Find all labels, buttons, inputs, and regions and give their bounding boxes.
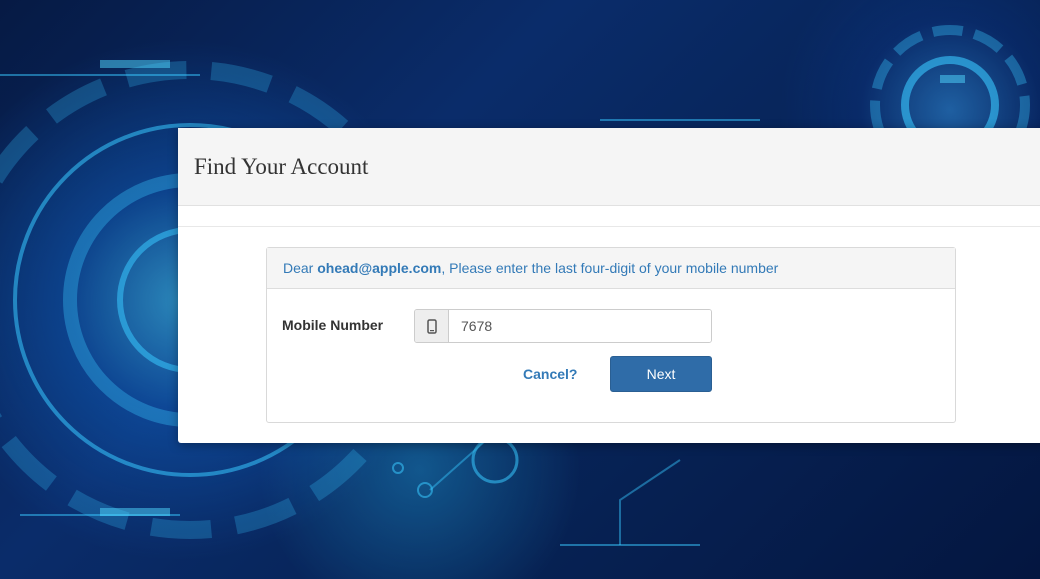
account-email: ohead@apple.com	[317, 260, 442, 276]
find-account-card: Find Your Account Dear ohead@apple.com ,…	[178, 128, 1040, 443]
prompt-suffix: , Please enter the last four-digit of yo…	[441, 260, 779, 276]
mobile-number-label: Mobile Number	[282, 317, 384, 333]
mobile-number-input-group	[414, 309, 712, 343]
mobile-phone-icon	[415, 310, 449, 342]
prompt-prefix: Dear	[283, 260, 318, 276]
mobile-number-input[interactable]	[449, 310, 711, 342]
card-header: Find Your Account	[178, 128, 1040, 206]
next-button[interactable]: Next	[610, 356, 712, 392]
panel-heading: Dear ohead@apple.com , Please enter the …	[267, 248, 955, 289]
header-divider	[178, 226, 1040, 227]
page-title: Find Your Account	[194, 153, 369, 179]
cancel-link[interactable]: Cancel?	[523, 366, 577, 382]
verification-panel: Dear ohead@apple.com , Please enter the …	[266, 247, 956, 423]
